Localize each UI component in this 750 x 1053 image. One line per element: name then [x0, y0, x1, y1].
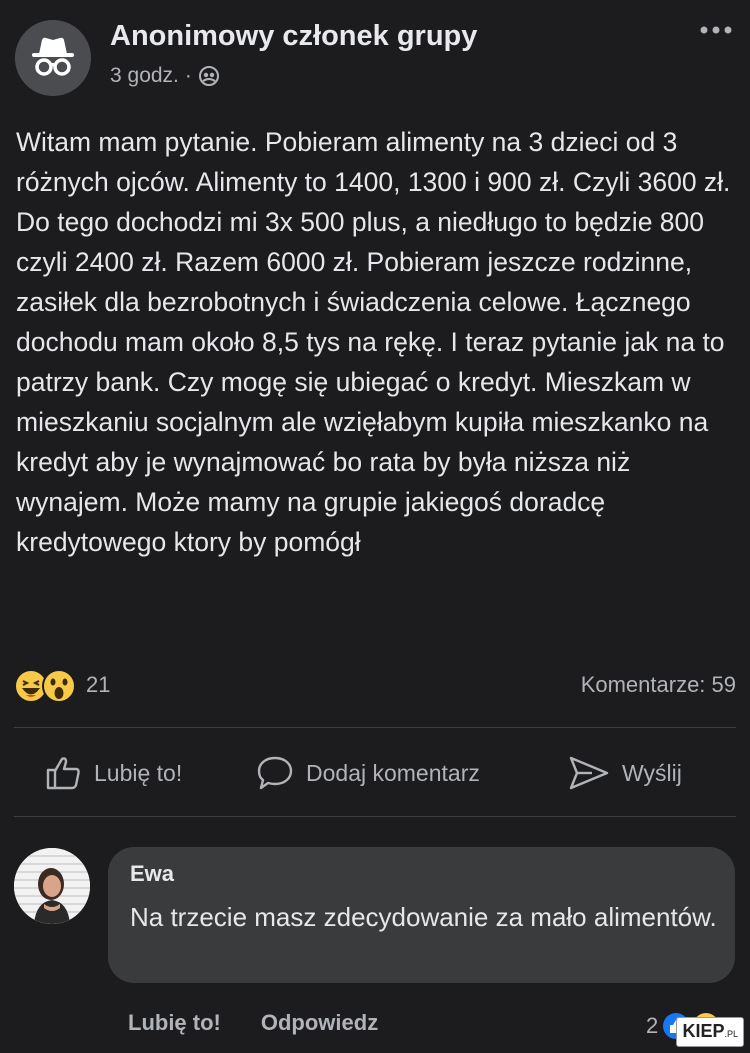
wow-reaction-icon [42, 669, 76, 703]
divider [14, 727, 736, 728]
incognito-icon [15, 20, 91, 96]
comment-text: Na trzecie masz zdecydowanie za mało ali… [130, 902, 717, 932]
more-dots-icon[interactable] [698, 22, 734, 42]
comment-like-link[interactable]: Lubię to! [128, 1010, 221, 1036]
comment-button-label: Dodaj komentarz [306, 759, 480, 786]
post-author-name[interactable]: Anonimowy członek grupy [110, 20, 477, 53]
comment-reply-link[interactable]: Odpowiedz [261, 1010, 378, 1036]
post-meta: 3 godz. · [110, 64, 220, 88]
comment-reactions-count: 2 [646, 1013, 659, 1038]
user-photo-icon [14, 848, 90, 924]
commenter-avatar[interactable] [14, 848, 90, 924]
reaction-icons[interactable] [14, 668, 84, 704]
comments-count[interactable]: Komentarze: 59 [581, 672, 736, 698]
anonymous-avatar[interactable] [15, 20, 91, 96]
post-header: Anonimowy członek grupy 3 godz. · [0, 0, 750, 110]
post-time[interactable]: 3 godz. [110, 64, 179, 88]
send-icon [569, 756, 609, 790]
comment-actions: Lubię to! Odpowiedz [128, 1010, 378, 1036]
comment-bubble-icon [257, 756, 293, 790]
comment-bubble: Ewa Na trzecie masz zdecydowanie za mało… [108, 847, 735, 983]
like-button-label: Lubię to! [94, 759, 183, 786]
post-body-text: Witam mam pytanie. Pobieram alimenty na … [16, 127, 731, 557]
meta-separator: · [184, 64, 192, 87]
send-button-label: Wyślij [622, 759, 682, 786]
send-button[interactable]: Wyślij [568, 740, 682, 806]
thumbs-up-icon [46, 757, 80, 790]
site-watermark: KIEP.PL [676, 1017, 744, 1047]
watermark-text: KIEP [682, 1021, 725, 1041]
comment-button[interactable]: Dodaj komentarz [256, 740, 480, 806]
post-action-bar: Lubię to! Dodaj komentarz Wyślij [0, 740, 750, 806]
reactions-count[interactable]: 21 [86, 672, 110, 698]
watermark-suffix: .PL [724, 1029, 738, 1039]
like-button[interactable]: Lubię to! [44, 740, 182, 806]
comment-author-name[interactable]: Ewa [130, 861, 174, 887]
group-members-icon [198, 66, 219, 86]
divider [14, 816, 736, 817]
reactions-summary: 21 Komentarze: 59 [14, 668, 736, 704]
